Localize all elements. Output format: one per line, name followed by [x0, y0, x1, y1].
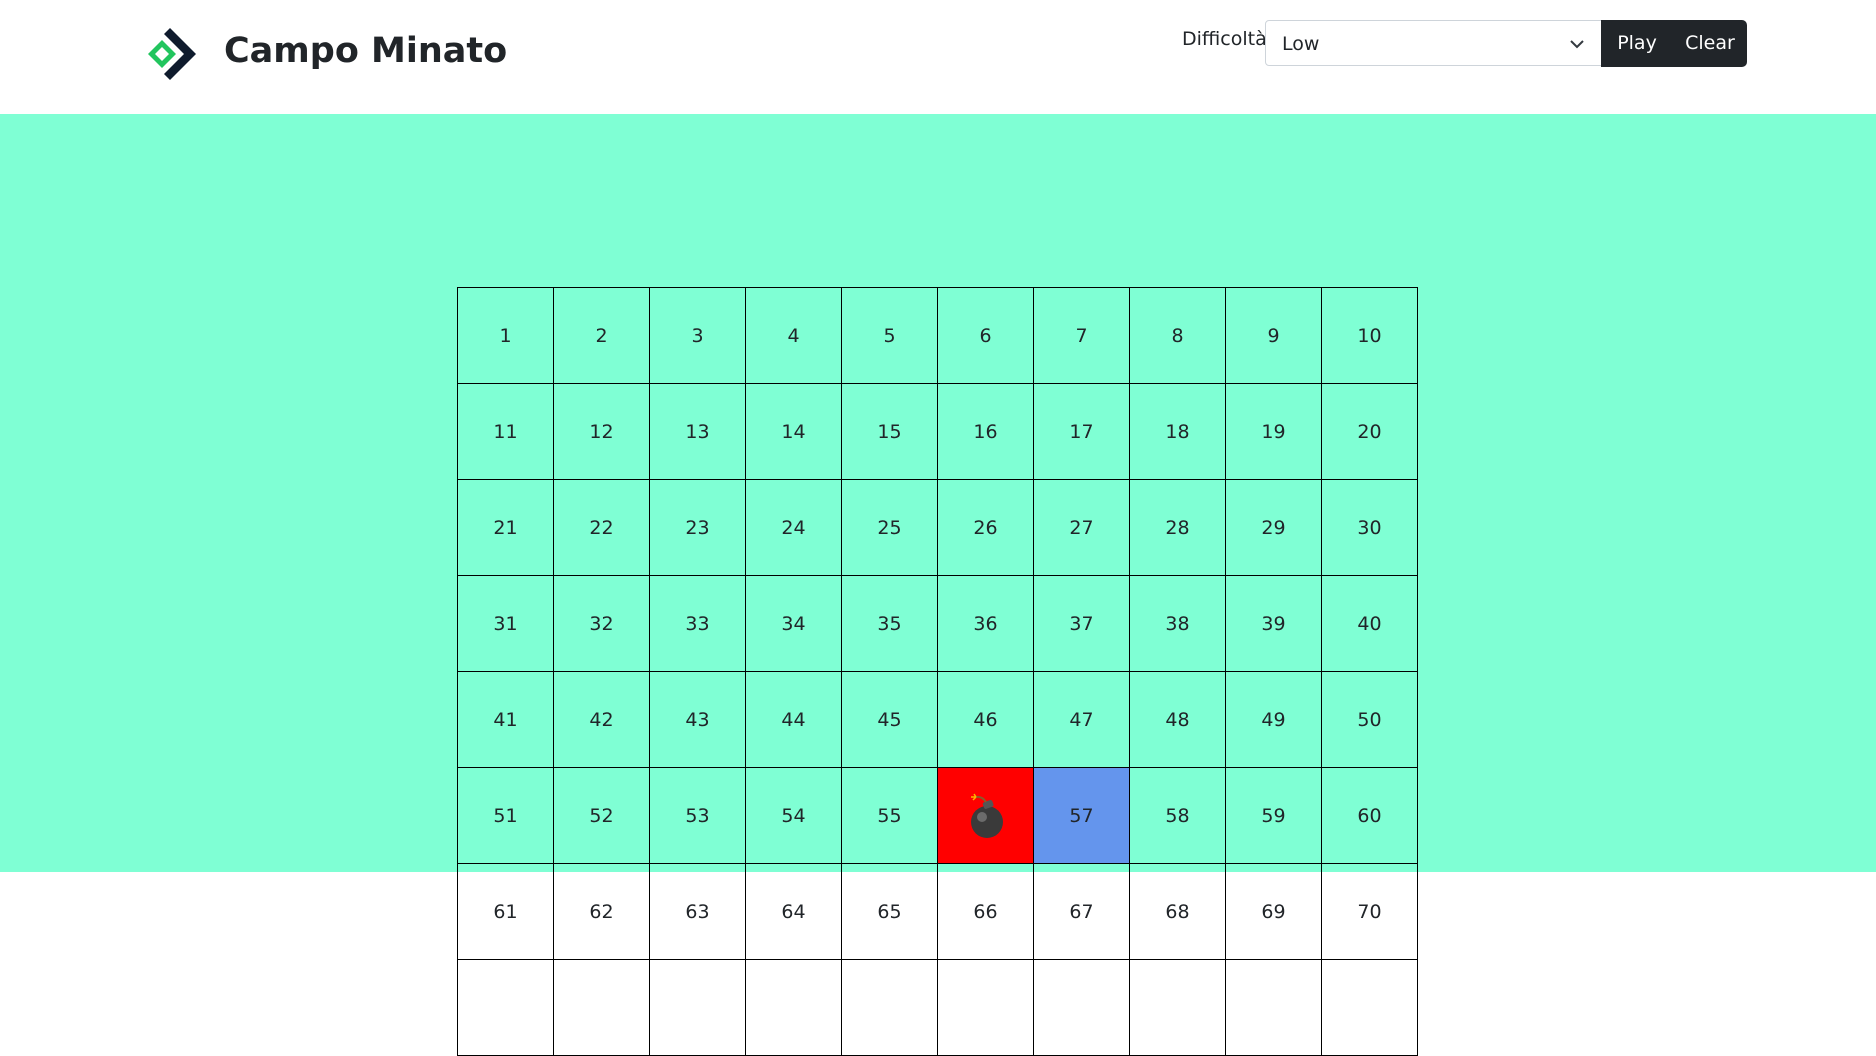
grid-cell[interactable]: 45 [842, 672, 938, 768]
grid-cell[interactable]: 59 [1226, 768, 1322, 864]
chevron-down-icon [1570, 40, 1584, 49]
grid-cell[interactable]: 31 [458, 576, 554, 672]
grid-cell[interactable]: 50 [1322, 672, 1418, 768]
grid-cell[interactable]: 51 [458, 768, 554, 864]
grid-cell[interactable]: 62 [554, 864, 650, 960]
grid-cell[interactable]: 44 [746, 672, 842, 768]
grid-cell[interactable] [746, 960, 842, 1056]
grid-cell[interactable]: 54 [746, 768, 842, 864]
grid-cell[interactable]: 11 [458, 384, 554, 480]
grid-cell[interactable]: 6 [938, 288, 1034, 384]
grid-cell[interactable]: 8 [1130, 288, 1226, 384]
grid-cell[interactable]: 58 [1130, 768, 1226, 864]
logo-icon [148, 28, 196, 80]
grid-cell[interactable]: 63 [650, 864, 746, 960]
grid-cell[interactable]: 17 [1034, 384, 1130, 480]
grid-cell[interactable]: 20 [1322, 384, 1418, 480]
grid-cell[interactable]: 18 [1130, 384, 1226, 480]
grid-cell[interactable]: 34 [746, 576, 842, 672]
grid-cell[interactable]: 25 [842, 480, 938, 576]
grid-cell[interactable]: 43 [650, 672, 746, 768]
grid-cell[interactable]: 22 [554, 480, 650, 576]
grid-cell[interactable]: 64 [746, 864, 842, 960]
grid-cell[interactable]: 2 [554, 288, 650, 384]
grid-cell[interactable]: 13 [650, 384, 746, 480]
grid-cell[interactable]: 21 [458, 480, 554, 576]
grid-cell[interactable]: 60 [1322, 768, 1418, 864]
top-header: Campo Minato Difficoltà Low Play Clear [0, 0, 1876, 114]
grid-cell[interactable]: 28 [1130, 480, 1226, 576]
grid-cell[interactable] [458, 960, 554, 1056]
grid-cell[interactable]: 33 [650, 576, 746, 672]
grid-cell[interactable] [1130, 960, 1226, 1056]
grid-cell[interactable]: 40 [1322, 576, 1418, 672]
clear-button[interactable]: Clear [1673, 20, 1747, 67]
grid-cell[interactable]: 52 [554, 768, 650, 864]
grid-cell[interactable]: 1 [458, 288, 554, 384]
play-button[interactable]: Play [1601, 20, 1673, 67]
grid-cell[interactable]: 70 [1322, 864, 1418, 960]
game-area: 1 2 3 4 5 6 7 8 9 10 11 12 13 14 15 16 17 18 19 20 21 22 23 24 2… [0, 114, 1876, 1056]
page-title: Campo Minato [224, 31, 508, 71]
difficulty-select[interactable]: Low [1265, 20, 1602, 66]
grid-cell[interactable]: 5 [842, 288, 938, 384]
grid-cell[interactable] [1226, 960, 1322, 1056]
grid-cell[interactable]: 24 [746, 480, 842, 576]
grid-cell[interactable] [650, 960, 746, 1056]
grid-cell[interactable]: 15 [842, 384, 938, 480]
grid-cell[interactable]: 32 [554, 576, 650, 672]
difficulty-selected-value: Low [1282, 33, 1320, 55]
grid-cell[interactable]: 26 [938, 480, 1034, 576]
grid-cell[interactable]: 55 [842, 768, 938, 864]
grid-cell[interactable]: 29 [1226, 480, 1322, 576]
minefield-grid: 1 2 3 4 5 6 7 8 9 10 11 12 13 14 15 16 17 18 19 20 21 22 23 24 2… [457, 287, 1418, 1056]
grid-cell-revealed[interactable]: 57 [1034, 768, 1130, 864]
grid-cell[interactable]: 3 [650, 288, 746, 384]
grid-cell[interactable]: 66 [938, 864, 1034, 960]
grid-cell[interactable] [938, 960, 1034, 1056]
grid-cell[interactable]: 7 [1034, 288, 1130, 384]
grid-cell[interactable] [842, 960, 938, 1056]
grid-cell[interactable]: 47 [1034, 672, 1130, 768]
grid-cell[interactable]: 4 [746, 288, 842, 384]
grid-cell[interactable]: 61 [458, 864, 554, 960]
grid-cell[interactable]: 49 [1226, 672, 1322, 768]
grid-cell[interactable]: 68 [1130, 864, 1226, 960]
grid-cell[interactable]: 65 [842, 864, 938, 960]
grid-cell-bomb[interactable] [938, 768, 1034, 864]
grid-cell[interactable]: 48 [1130, 672, 1226, 768]
grid-cell[interactable] [1322, 960, 1418, 1056]
grid-cell[interactable]: 53 [650, 768, 746, 864]
grid-cell[interactable]: 30 [1322, 480, 1418, 576]
grid-cell[interactable]: 69 [1226, 864, 1322, 960]
grid-cell[interactable]: 14 [746, 384, 842, 480]
grid-cell[interactable]: 10 [1322, 288, 1418, 384]
grid-cell[interactable]: 19 [1226, 384, 1322, 480]
grid-cell[interactable]: 23 [650, 480, 746, 576]
grid-cell[interactable]: 39 [1226, 576, 1322, 672]
grid-cell[interactable]: 12 [554, 384, 650, 480]
difficulty-label: Difficoltà [1182, 28, 1267, 50]
grid-cell[interactable]: 42 [554, 672, 650, 768]
grid-cell[interactable] [554, 960, 650, 1056]
bomb-icon [970, 793, 1003, 838]
grid-cell[interactable]: 37 [1034, 576, 1130, 672]
grid-cell[interactable]: 46 [938, 672, 1034, 768]
grid-cell[interactable]: 67 [1034, 864, 1130, 960]
grid-cell[interactable]: 41 [458, 672, 554, 768]
grid-cell[interactable]: 36 [938, 576, 1034, 672]
grid-cell[interactable]: 38 [1130, 576, 1226, 672]
grid-cell[interactable]: 35 [842, 576, 938, 672]
grid-cell[interactable]: 9 [1226, 288, 1322, 384]
grid-cell[interactable]: 16 [938, 384, 1034, 480]
grid-cell[interactable] [1034, 960, 1130, 1056]
grid-cell[interactable]: 27 [1034, 480, 1130, 576]
